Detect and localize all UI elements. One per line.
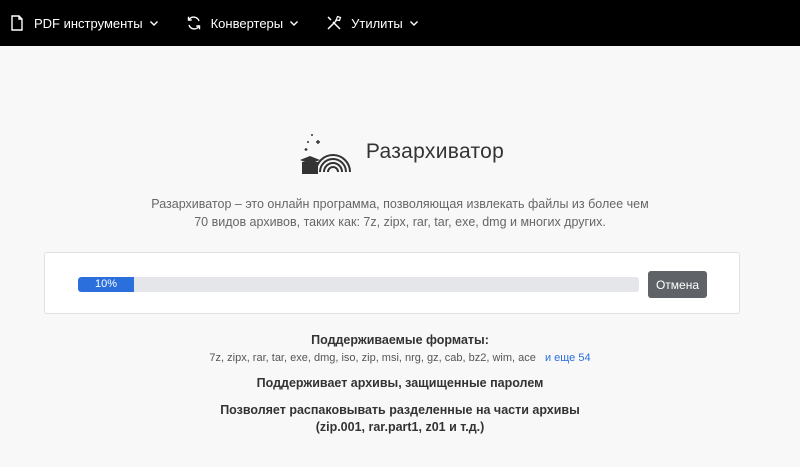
feature-password: Поддерживает архивы, защищенные паролем <box>256 376 544 390</box>
formats-list: 7z, zipx, rar, tar, exe, dmg, iso, zip, … <box>0 352 800 364</box>
rainbow-box-icon <box>296 126 356 178</box>
top-navigation: PDF инструменты Конвертеры Утилиты <box>0 0 800 46</box>
progress-bar: 10% <box>78 277 639 292</box>
hero: Разархиватор <box>0 126 800 178</box>
description-line-1: Разархиватор – это онлайн программа, поз… <box>151 197 649 211</box>
formats-title: Поддерживаемые форматы: <box>311 333 489 347</box>
document-icon <box>8 14 26 32</box>
chevron-down-icon <box>409 18 419 28</box>
progress-label: 10% <box>94 278 118 290</box>
chevron-down-icon <box>289 18 299 28</box>
cancel-button[interactable]: Отмена <box>648 271 707 298</box>
more-formats-link[interactable]: и еще 54 <box>545 352 591 364</box>
nav-utilities[interactable]: Утилиты <box>325 14 419 32</box>
nav-pdf-tools-label: PDF инструменты <box>34 15 143 31</box>
description-line-2: 70 видов архивов, таких как: 7z, zipx, r… <box>194 215 606 229</box>
feature-split-line-1: Позволяет распаковывать разделенные на ч… <box>220 403 580 417</box>
chevron-down-icon <box>149 18 159 28</box>
nav-utilities-label: Утилиты <box>351 15 403 31</box>
nav-converters-label: Конвертеры <box>210 15 284 31</box>
formats-list-text: 7z, zipx, rar, tar, exe, dmg, iso, zip, … <box>209 352 536 364</box>
progress-card: 10% Отмена <box>44 252 740 314</box>
description: Разархиватор – это онлайн программа, поз… <box>120 195 680 231</box>
tools-icon <box>325 14 343 32</box>
feature-split-archives: Позволяет распаковывать разделенные на ч… <box>0 402 800 436</box>
nav-converters[interactable]: Конвертеры <box>185 14 300 32</box>
page-title: Разархиватор <box>365 140 505 163</box>
nav-pdf-tools[interactable]: PDF инструменты <box>8 14 159 32</box>
feature-split-line-2: (zip.001, rar.part1, z01 и т.д.) <box>315 420 485 434</box>
refresh-icon <box>185 14 203 32</box>
